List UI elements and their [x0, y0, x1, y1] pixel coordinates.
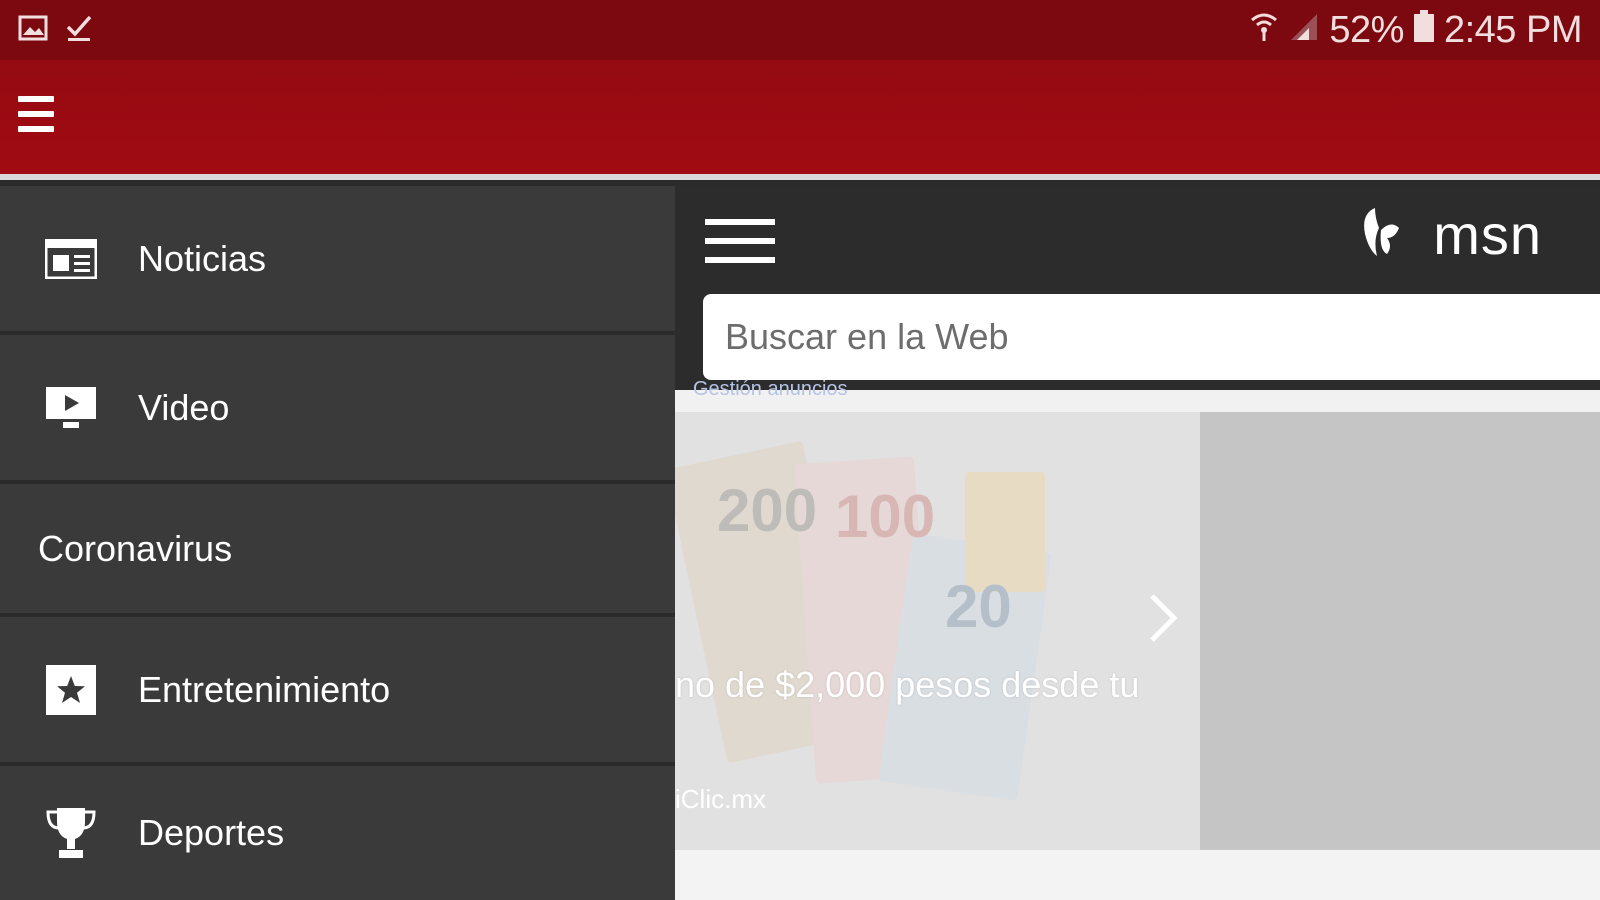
battery-icon: [1413, 9, 1434, 52]
star-icon: [44, 663, 98, 717]
clock: 2:45 PM: [1443, 8, 1583, 51]
app-bar: [0, 60, 1600, 180]
battery-percent: 52%: [1329, 8, 1404, 51]
msn-content: msn Buscar en la Web Gestión anuncios 20…: [675, 186, 1600, 900]
butterfly-icon: [1359, 204, 1403, 265]
hero-source: iClic.mx: [675, 784, 766, 814]
ad-management-link[interactable]: Gestión anuncios: [693, 378, 848, 401]
search-placeholder: Buscar en la Web: [725, 316, 1009, 357]
wifi-icon: [1249, 9, 1279, 52]
drawer-item-noticias[interactable]: Noticias: [0, 186, 675, 335]
search-input[interactable]: Buscar en la Web: [703, 294, 1600, 380]
msn-header: msn Buscar en la Web: [675, 186, 1600, 390]
chevron-right-icon[interactable]: [1142, 588, 1182, 648]
drawer-item-label: Entretenimiento: [138, 668, 391, 710]
drawer-item-label: Coronavirus: [38, 527, 233, 569]
side-card[interactable]: [1200, 412, 1600, 850]
trophy-icon: [44, 806, 98, 860]
msn-menu-icon[interactable]: [705, 219, 775, 269]
drawer-item-coronavirus[interactable]: Coronavirus: [0, 484, 675, 617]
video-icon: [44, 381, 98, 435]
drawer-item-label: Video: [138, 386, 230, 428]
status-bar: 52% 2:45 PM: [0, 0, 1600, 60]
image-icon: [18, 14, 48, 47]
drawer-item-deportes[interactable]: Deportes: [0, 766, 675, 900]
navigation-drawer: Noticias Video Coronavirus Entretenimien…: [0, 186, 675, 900]
signal-icon: [1289, 9, 1319, 52]
hero-title: no de $2,000 pesos desde tu: [675, 664, 1140, 705]
msn-brand: msn: [1433, 203, 1542, 266]
bottom-strip: [675, 850, 1600, 900]
drawer-item-entretenimiento[interactable]: Entretenimiento: [0, 617, 675, 766]
newspaper-icon: [44, 232, 98, 286]
drawer-item-label: Deportes: [138, 812, 285, 853]
msn-logo: msn: [1359, 202, 1542, 267]
drawer-item-label: Noticias: [138, 237, 267, 279]
hamburger-menu-icon[interactable]: [18, 96, 54, 140]
check-icon: [64, 13, 94, 48]
hero-card[interactable]: 200 100 20 no de $2,000 pesos desde tu i…: [675, 412, 1200, 850]
drawer-item-video[interactable]: Video: [0, 335, 675, 484]
